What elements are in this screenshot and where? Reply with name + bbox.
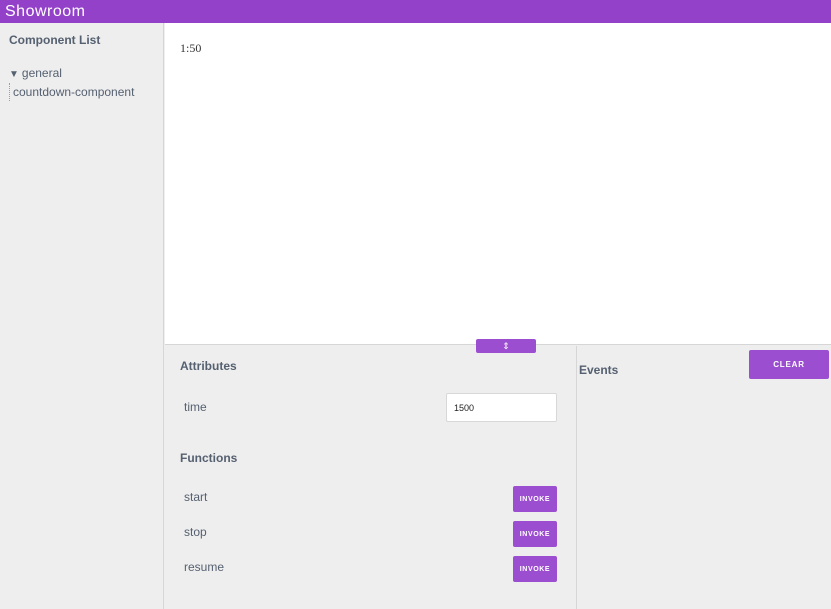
component-list-title: Component List	[9, 33, 101, 47]
events-title: Events	[579, 363, 619, 377]
component-list-sidebar: Component List ▼ general countdown-compon…	[0, 23, 164, 609]
resize-arrows-icon: ⇕	[502, 341, 510, 351]
function-label-start: start	[184, 490, 208, 504]
attributes-title: Attributes	[180, 359, 237, 373]
invoke-stop-button[interactable]: INVOKE	[513, 521, 557, 547]
triangle-down-icon[interactable]: ▼	[9, 69, 19, 80]
app-title-bar: Showroom	[0, 0, 831, 23]
function-label-stop: stop	[184, 525, 207, 539]
invoke-resume-button[interactable]: INVOKE	[513, 556, 557, 582]
tree-group-label: general	[21, 66, 62, 80]
component-preview: 1:50	[165, 23, 831, 345]
clear-events-button[interactable]: CLEAR	[749, 350, 829, 379]
attributes-functions-panel: Attributes time Functions start INVOKE s…	[165, 346, 577, 609]
time-attribute-input[interactable]	[446, 393, 557, 422]
component-item-countdown[interactable]: countdown-component	[9, 83, 134, 101]
invoke-start-button[interactable]: INVOKE	[513, 486, 557, 512]
countdown-display: 1:50	[180, 41, 202, 55]
events-panel: Events CLEAR	[578, 346, 831, 609]
tree-group-general[interactable]: ▼ general	[9, 66, 62, 80]
function-label-resume: resume	[184, 560, 225, 574]
attribute-label-time: time	[184, 400, 207, 414]
app-title: Showroom	[5, 3, 86, 20]
functions-title: Functions	[180, 451, 238, 465]
panel-resize-handle[interactable]: ⇕	[476, 339, 536, 353]
